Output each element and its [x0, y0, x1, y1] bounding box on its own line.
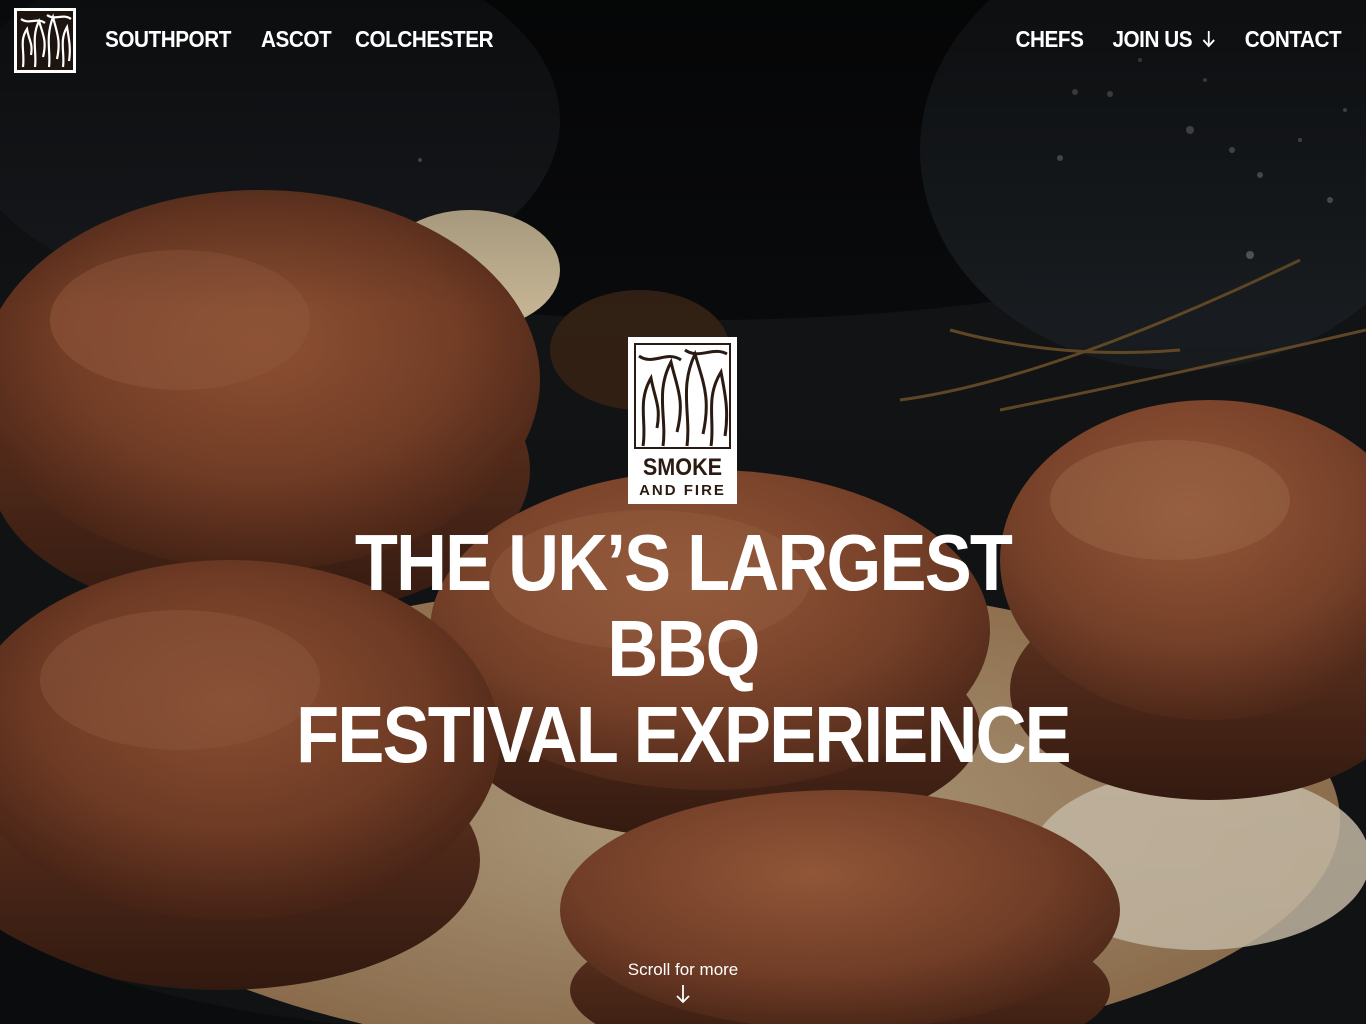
join-us-label: JOIN US: [1112, 26, 1193, 52]
nav-link-join-us[interactable]: JOIN US: [1113, 24, 1216, 54]
flame-woodcut-icon: [17, 11, 73, 70]
arrow-down-icon: [1202, 31, 1215, 48]
headline-line-1: THE UK’S LARGEST BBQ: [354, 518, 1013, 693]
nav-link-colchester[interactable]: COLCHESTER: [355, 24, 494, 54]
home-logo-link[interactable]: [14, 8, 76, 73]
hero-background-image: [0, 0, 1366, 1024]
scroll-for-more-button[interactable]: Scroll for more: [583, 960, 783, 1004]
hero-headline: THE UK’S LARGEST BBQ FESTIVAL EXPERIENCE: [287, 520, 1079, 778]
smoke-and-fire-logo: SMOKE AND FIRE: [628, 337, 737, 504]
scroll-label: Scroll for more: [627, 960, 739, 979]
nav-link-ascot[interactable]: ASCOT: [261, 24, 332, 54]
headline-line-2: FESTIVAL EXPERIENCE: [296, 690, 1071, 779]
flame-woodcut-icon: [633, 342, 732, 450]
venue-links: SOUTHPORT ASCOT COLCHESTER: [105, 24, 524, 54]
logo-text-and-fire: AND FIRE: [639, 482, 726, 499]
arrow-down-icon: [676, 985, 690, 1004]
nav-link-contact[interactable]: CONTACT: [1244, 24, 1341, 54]
nav-link-chefs[interactable]: CHEFS: [1015, 24, 1083, 54]
nav-link-southport[interactable]: SOUTHPORT: [105, 24, 231, 54]
top-navigation: SOUTHPORT ASCOT COLCHESTER CHEFS JOIN US…: [0, 0, 1366, 80]
site-links: CHEFS JOIN US CONTACT: [990, 24, 1341, 54]
logo-text-smoke: SMOKE: [642, 454, 723, 481]
